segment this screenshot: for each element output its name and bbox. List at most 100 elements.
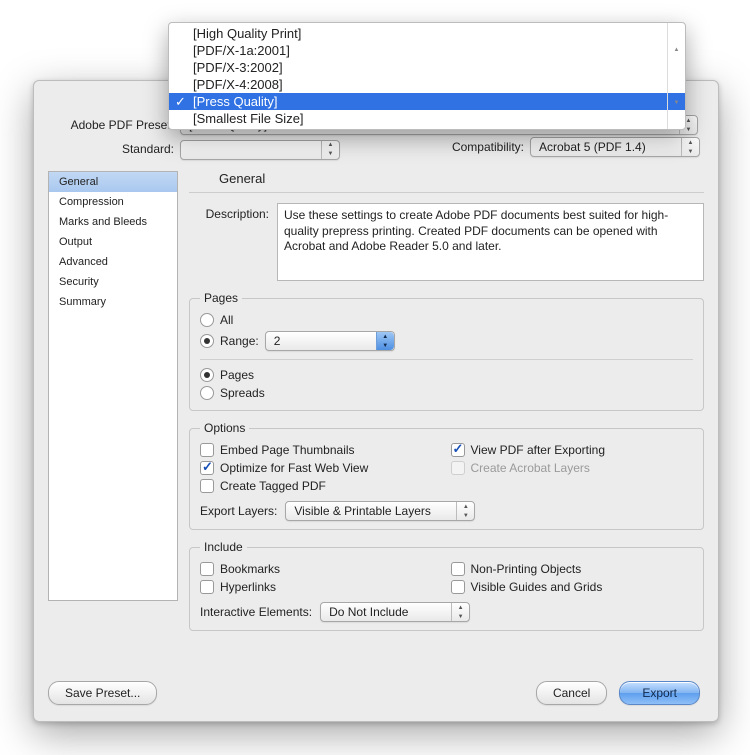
- options-group: Options Embed Page Thumbnails View PDF a…: [189, 421, 704, 530]
- pages-group: Pages All Range: 2 ▲▼ Pages: [189, 291, 704, 411]
- divider: [189, 192, 704, 193]
- radio-label: Range:: [220, 334, 259, 348]
- check-mark-icon: ✓: [175, 94, 186, 110]
- sidebar-item-security[interactable]: Security: [49, 272, 177, 292]
- check-label: Bookmarks: [220, 562, 280, 576]
- description-label: Description:: [189, 203, 269, 221]
- create-layers-check: Create Acrobat Layers: [451, 459, 694, 477]
- radio-label: Pages: [220, 368, 254, 382]
- check-label: Create Tagged PDF: [220, 479, 326, 493]
- pages-all-radio[interactable]: All: [200, 311, 693, 329]
- check-label: Visible Guides and Grids: [471, 580, 603, 594]
- compat-select[interactable]: Acrobat 5 (PDF 1.4) ▲▼: [530, 137, 700, 157]
- panel-heading: General: [219, 171, 704, 186]
- export-layers-label: Export Layers:: [200, 504, 277, 518]
- pages-spreads-radio[interactable]: Spreads: [200, 384, 693, 402]
- export-layers-select[interactable]: Visible & Printable Layers ▲▼: [285, 501, 475, 521]
- preset-dropdown-popup[interactable]: [High Quality Print] [PDF/X-1a:2001] [PD…: [168, 22, 686, 130]
- interactive-select[interactable]: Do Not Include ▲▼: [320, 602, 470, 622]
- stepper-icon: ▲▼: [451, 603, 469, 621]
- cancel-button[interactable]: Cancel: [536, 681, 607, 705]
- option-label: [PDF/X-3:2002]: [193, 60, 283, 75]
- sidebar-item-advanced[interactable]: Advanced: [49, 252, 177, 272]
- option-label: [High Quality Print]: [193, 26, 301, 41]
- radio-label: Spreads: [220, 386, 265, 400]
- compat-label: Compatibility:: [452, 140, 524, 154]
- sidebar-item-label: Security: [59, 276, 99, 288]
- sidebar-item-label: Compression: [59, 196, 124, 208]
- option-label: [Smallest File Size]: [193, 111, 304, 126]
- export-layers-value: Visible & Printable Layers: [294, 504, 431, 518]
- category-sidebar: General Compression Marks and Bleeds Out…: [48, 171, 178, 601]
- bookmarks-check[interactable]: Bookmarks: [200, 560, 443, 578]
- option-label: [PDF/X-1a:2001]: [193, 43, 290, 58]
- check-label: Create Acrobat Layers: [471, 461, 590, 475]
- sidebar-item-summary[interactable]: Summary: [49, 292, 177, 312]
- check-icon: [200, 580, 214, 594]
- compat-area: Compatibility: Acrobat 5 (PDF 1.4) ▲▼: [452, 137, 700, 157]
- sidebar-item-output[interactable]: Output: [49, 232, 177, 252]
- check-icon: [451, 461, 465, 475]
- export-button[interactable]: Export: [619, 681, 700, 705]
- sidebar-item-marks[interactable]: Marks and Bleeds: [49, 212, 177, 232]
- view-after-export-check[interactable]: View PDF after Exporting: [451, 441, 694, 459]
- preset-option-selected[interactable]: ✓ [Press Quality]: [169, 93, 685, 110]
- standard-label: Standard:: [34, 142, 180, 156]
- sidebar-item-label: Marks and Bleeds: [59, 216, 147, 228]
- stepper-icon: ▲▼: [321, 141, 339, 159]
- range-value: 2: [274, 334, 281, 348]
- check-label: Optimize for Fast Web View: [220, 461, 368, 475]
- embed-thumbnails-check[interactable]: Embed Page Thumbnails: [200, 441, 443, 459]
- button-label: Save Preset...: [65, 686, 140, 700]
- button-label: Export: [642, 686, 677, 700]
- divider: [200, 359, 693, 360]
- pages-legend: Pages: [200, 291, 242, 305]
- sidebar-item-general[interactable]: General: [49, 172, 177, 192]
- radio-icon: [200, 368, 214, 382]
- check-icon: [200, 461, 214, 475]
- check-label: Embed Page Thumbnails: [220, 443, 355, 457]
- guides-check[interactable]: Visible Guides and Grids: [451, 578, 694, 596]
- range-select[interactable]: 2 ▲▼: [265, 331, 395, 351]
- compat-value: Acrobat 5 (PDF 1.4): [539, 140, 646, 154]
- pages-range-radio[interactable]: Range: 2 ▲▼: [200, 329, 693, 353]
- stepper-icon: ▲▼: [456, 502, 474, 520]
- sidebar-item-label: Advanced: [59, 256, 108, 268]
- preset-option[interactable]: [PDF/X-4:2008]: [169, 76, 685, 93]
- check-label: View PDF after Exporting: [471, 443, 606, 457]
- nonprinting-check[interactable]: Non-Printing Objects: [451, 560, 694, 578]
- check-icon: [451, 443, 465, 457]
- check-icon: [200, 479, 214, 493]
- save-preset-button[interactable]: Save Preset...: [48, 681, 157, 705]
- check-icon: [451, 580, 465, 594]
- main-panel: General Description: Use these settings …: [189, 171, 704, 666]
- preset-option[interactable]: [PDF/X-3:2002]: [169, 59, 685, 76]
- check-label: Non-Printing Objects: [471, 562, 582, 576]
- preset-option[interactable]: [High Quality Print]: [169, 25, 685, 42]
- hyperlinks-check[interactable]: Hyperlinks: [200, 578, 443, 596]
- option-label: [Press Quality]: [193, 94, 278, 109]
- sidebar-item-compression[interactable]: Compression: [49, 192, 177, 212]
- include-group: Include Bookmarks Non-Printing Objects H…: [189, 540, 704, 631]
- stepper-icon: ▲▼: [667, 23, 685, 129]
- preset-option[interactable]: [PDF/X-1a:2001]: [169, 42, 685, 59]
- standard-select[interactable]: ▲▼: [180, 140, 340, 160]
- radio-icon: [200, 334, 214, 348]
- radio-icon: [200, 386, 214, 400]
- check-label: Hyperlinks: [220, 580, 276, 594]
- options-legend: Options: [200, 421, 249, 435]
- dialog-buttons: Save Preset... Cancel Export: [48, 681, 700, 705]
- check-icon: [451, 562, 465, 576]
- check-icon: [200, 443, 214, 457]
- fast-web-check[interactable]: Optimize for Fast Web View: [200, 459, 443, 477]
- stepper-icon: ▲▼: [681, 138, 699, 156]
- tagged-pdf-check[interactable]: Create Tagged PDF: [200, 477, 443, 495]
- interactive-label: Interactive Elements:: [200, 605, 312, 619]
- interactive-value: Do Not Include: [329, 605, 408, 619]
- description-text[interactable]: Use these settings to create Adobe PDF d…: [277, 203, 704, 281]
- preset-option[interactable]: [Smallest File Size]: [169, 110, 685, 127]
- include-legend: Include: [200, 540, 247, 554]
- sidebar-item-label: Summary: [59, 296, 106, 308]
- pages-pages-radio[interactable]: Pages: [200, 366, 693, 384]
- sidebar-item-label: General: [59, 176, 98, 188]
